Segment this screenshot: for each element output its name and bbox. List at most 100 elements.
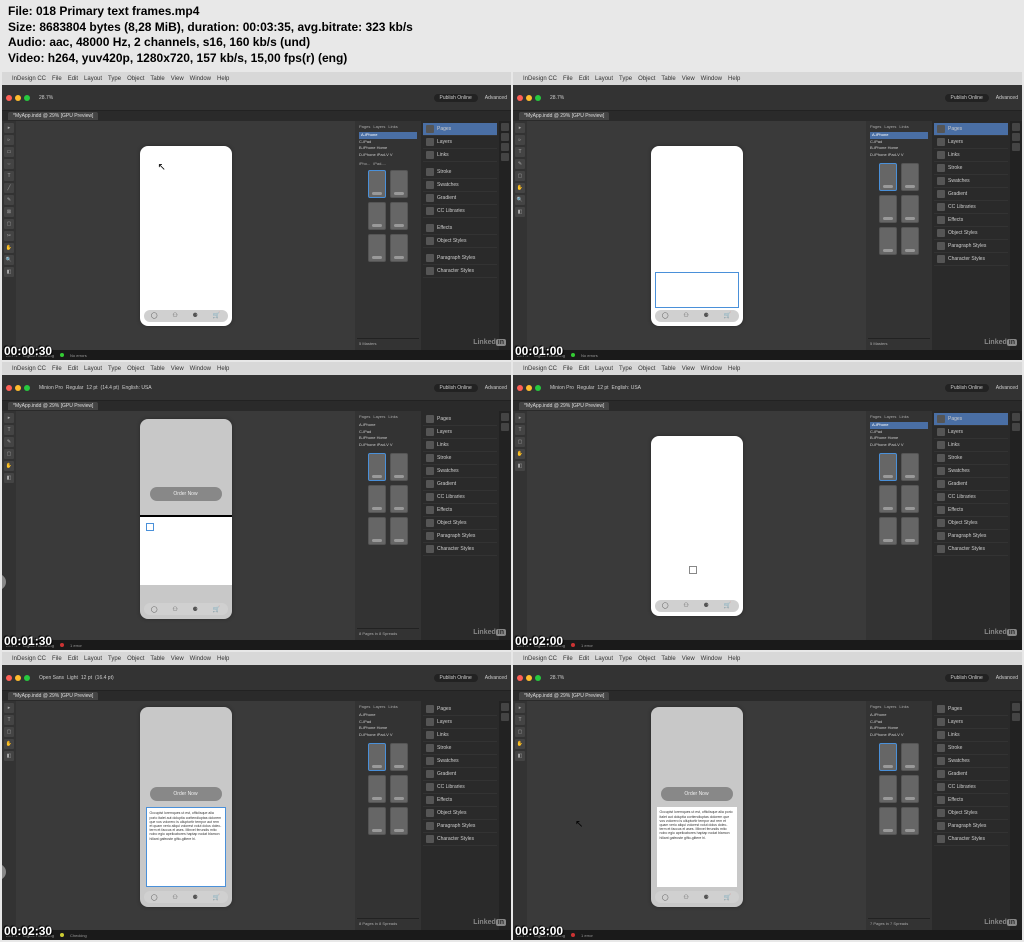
panel-effects[interactable]: Effects — [437, 797, 452, 803]
panel-swatches[interactable]: Swatches — [948, 178, 970, 184]
tab-icon[interactable]: ◯ — [662, 602, 669, 609]
layers-tab[interactable]: Layers — [884, 414, 896, 419]
panel-paragraph-styles[interactable]: Paragraph Styles — [437, 533, 475, 539]
tab-icon[interactable]: ⚈ — [703, 312, 708, 319]
page-thumb[interactable] — [390, 234, 408, 262]
menu-help[interactable]: Help — [217, 366, 229, 372]
fill-stroke-icon[interactable]: ◧ — [515, 751, 525, 761]
fill-stroke-icon[interactable]: ◧ — [4, 473, 14, 483]
right-panels[interactable]: Pages Layers Links Stroke Swatches Gradi… — [421, 701, 499, 930]
panel-pages[interactable]: Pages — [437, 416, 451, 422]
document-tab[interactable]: *MyApp.indd @ 29% [GPU Preview] — [519, 112, 609, 120]
tab-icon[interactable]: ⚇ — [683, 312, 688, 319]
menu-view[interactable]: View — [171, 76, 184, 82]
workspace-switcher[interactable]: Advanced — [485, 675, 507, 681]
menu-file[interactable]: File — [52, 366, 62, 372]
master-d-iphone-ipad[interactable]: D-iPhone iPad-V V — [870, 442, 928, 448]
font-weight-field[interactable]: Light — [67, 675, 78, 681]
menu-object[interactable]: Object — [638, 76, 655, 82]
type-tool-icon[interactable]: T — [4, 425, 14, 435]
panel-stroke[interactable]: Stroke — [948, 745, 962, 751]
menu-file[interactable]: File — [52, 76, 62, 82]
menu-layout[interactable]: Layout — [84, 76, 102, 82]
page-thumb[interactable] — [879, 485, 897, 513]
strip-icon[interactable] — [501, 123, 509, 131]
panel-layers[interactable]: Layers — [437, 139, 452, 145]
menu-object[interactable]: Object — [127, 76, 144, 82]
menu-table[interactable]: Table — [150, 366, 164, 372]
panel-swatches[interactable]: Swatches — [948, 468, 970, 474]
selection-tool-icon[interactable]: ▸ — [4, 413, 14, 423]
font-size-field[interactable]: 12 pt — [597, 385, 608, 391]
master-d-iphone-ipad[interactable]: D-iPhone iPad-V V — [870, 152, 928, 158]
menu-edit[interactable]: Edit — [68, 76, 78, 82]
right-panels[interactable]: Pages Layers Links Stroke Swatches Gradi… — [932, 411, 1010, 640]
tab-icon[interactable]: ◯ — [662, 894, 669, 901]
tab-icon[interactable]: ◯ — [151, 606, 158, 613]
collapsed-strip[interactable] — [1010, 411, 1022, 640]
document-page[interactable]: Order Now ◯⚇⚈🛒 — [140, 419, 232, 619]
font-weight-field[interactable]: Regular — [577, 385, 595, 391]
menu-window[interactable]: Window — [190, 76, 211, 82]
panel-paragraph-styles[interactable]: Paragraph Styles — [948, 243, 986, 249]
page-thumb[interactable] — [390, 743, 408, 771]
publish-online-button[interactable]: Publish Online — [945, 94, 989, 102]
fill-stroke-icon[interactable]: ◧ — [4, 751, 14, 761]
layers-tab[interactable]: Layers — [884, 704, 896, 709]
document-tab[interactable]: *MyApp.indd @ 29% [GPU Preview] — [8, 112, 98, 120]
panel-object-styles[interactable]: Object Styles — [437, 520, 466, 526]
menu-edit[interactable]: Edit — [579, 366, 589, 372]
page-thumb[interactable] — [901, 195, 919, 223]
panel-swatches[interactable]: Swatches — [437, 468, 459, 474]
panel-links[interactable]: Links — [437, 732, 449, 738]
tools-panel[interactable]: ▸ T ▢ ✋ ◧ — [513, 701, 527, 930]
leading-field[interactable]: (16.4 pt) — [95, 675, 114, 681]
collapsed-strip[interactable] — [1010, 701, 1022, 930]
tab-icon[interactable]: ⚈ — [703, 894, 708, 901]
page-thumb[interactable] — [901, 163, 919, 191]
tab-icon[interactable]: 🛒 — [213, 312, 220, 319]
group-iphone[interactable]: iPho... — [359, 161, 370, 166]
panel-character-styles[interactable]: Character Styles — [948, 256, 985, 262]
page-thumb[interactable] — [901, 485, 919, 513]
menu-type[interactable]: Type — [619, 76, 632, 82]
menu-help[interactable]: Help — [728, 656, 740, 662]
menu-type[interactable]: Type — [108, 366, 121, 372]
panel-stroke[interactable]: Stroke — [437, 169, 451, 175]
menu-help[interactable]: Help — [217, 656, 229, 662]
panel-swatches[interactable]: Swatches — [948, 758, 970, 764]
menu-layout[interactable]: Layout — [595, 76, 613, 82]
primary-text-frame[interactable]: Occupist loremques ut est, officiisque a… — [146, 807, 226, 887]
menu-help[interactable]: Help — [217, 76, 229, 82]
document-page[interactable]: ↖ ◯ ⚇ ⚈ 🛒 — [140, 146, 232, 326]
menu-type[interactable]: Type — [108, 76, 121, 82]
font-weight-field[interactable]: Regular — [66, 385, 84, 391]
workspace-switcher[interactable]: Advanced — [485, 95, 507, 101]
layers-tab[interactable]: Layers — [884, 124, 896, 129]
pages-panel[interactable]: PagesLayersLinks A-iPhone C-iPad B-iPhon… — [355, 411, 421, 640]
direct-select-tool-icon[interactable]: ▹ — [515, 135, 525, 145]
pen-tool-icon[interactable]: ✎ — [4, 437, 14, 447]
tab-icon[interactable]: ⚈ — [192, 894, 197, 901]
panel-links[interactable]: Links — [948, 152, 960, 158]
selection-tool-icon[interactable]: ▸ — [4, 123, 14, 133]
menu-object[interactable]: Object — [127, 656, 144, 662]
menu-table[interactable]: Table — [661, 656, 675, 662]
tools-panel[interactable]: ▸ T ✎ ▢ ✋ ◧ — [2, 411, 16, 640]
primary-text-frame[interactable]: Occupist loremques ut est, officiisque a… — [657, 807, 737, 887]
menu-help[interactable]: Help — [728, 76, 740, 82]
menu-file[interactable]: File — [563, 76, 573, 82]
page-thumb[interactable] — [368, 202, 386, 230]
direct-select-tool-icon[interactable]: ▹ — [4, 135, 14, 145]
font-family-field[interactable]: Minion Pro — [550, 385, 574, 391]
pen-tool-icon[interactable]: ✎ — [515, 159, 525, 169]
canvas[interactable]: Order Now Occupist loremques ut est, off… — [16, 701, 355, 930]
panel-stroke[interactable]: Stroke — [437, 455, 451, 461]
menu-layout[interactable]: Layout — [84, 366, 102, 372]
leading-field[interactable]: (14.4 pt) — [101, 385, 120, 391]
page-thumb[interactable] — [368, 743, 386, 771]
font-size-field[interactable]: 12 pt — [81, 675, 92, 681]
links-tab[interactable]: Links — [899, 124, 908, 129]
gap-tool-icon[interactable]: ⇔ — [4, 159, 14, 169]
menu-table[interactable]: Table — [661, 76, 675, 82]
